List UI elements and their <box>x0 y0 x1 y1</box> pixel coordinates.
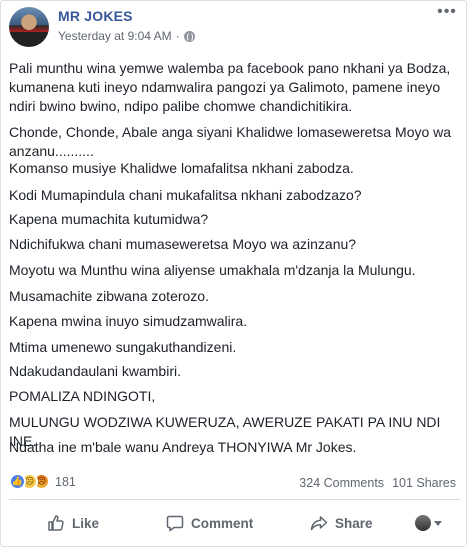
more-options-icon[interactable]: ••• <box>436 4 458 21</box>
chevron-down-icon <box>434 520 442 526</box>
comment-button[interactable]: Comment <box>166 504 253 542</box>
thumbs-up-icon <box>47 514 65 532</box>
reactions-summary[interactable]: 👍 ☹ ☹ 181 <box>9 473 76 490</box>
post-paragraph: Ndatha ine m'bale wanu Andreya THONYIWA … <box>9 439 357 455</box>
post-paragraph: Chonde, Chonde, Abale anga siyani Khalid… <box>9 124 452 159</box>
comment-bubble-icon <box>166 514 184 532</box>
share-label: Share <box>335 515 373 531</box>
viewer-avatar <box>415 515 431 531</box>
author-avatar[interactable] <box>9 7 49 47</box>
like-label: Like <box>72 515 100 531</box>
author-name[interactable]: MR JOKES <box>58 8 133 24</box>
engagement-counts: 324 Comments 101 Shares <box>299 476 456 490</box>
share-arrow-icon <box>310 514 328 532</box>
post-paragraph: Kapena mwina inuyo simudzamwalira. <box>9 313 248 329</box>
post-actions: Like Comment Share <box>1 504 467 542</box>
post-paragraph: Musamachite zibwana zoterozo. <box>9 288 209 304</box>
comment-label: Comment <box>191 515 254 531</box>
globe-icon[interactable] <box>183 30 195 42</box>
post-stats: 👍 ☹ ☹ 181 324 Comments 101 Shares <box>9 471 460 493</box>
post-timestamp[interactable]: Yesterday at 9:04 AM <box>58 29 172 43</box>
post-paragraph: POMALIZA NDINGOTI, <box>9 388 156 404</box>
post-paragraph: Ndakudandaulani kwambiri. <box>9 363 181 379</box>
comment-count[interactable]: 324 Comments <box>299 476 384 490</box>
post-paragraph: Ndichifukwa chani mumaseweretsa Moyo wa … <box>9 236 357 252</box>
like-reaction-icon: 👍 <box>9 473 26 490</box>
actions-divider <box>9 499 460 500</box>
post-paragraph: Pali munthu wina yemwe walemba pa facebo… <box>9 60 451 114</box>
post-paragraph: Mtima umenewo sungakuthandizeni. <box>9 339 237 355</box>
share-button[interactable]: Share <box>310 504 373 542</box>
post-paragraph: Kodi Mumapindula chani mukafalitsa nkhan… <box>9 187 362 203</box>
like-button[interactable]: Like <box>47 504 99 542</box>
post-as-selector[interactable] <box>415 504 442 542</box>
share-count[interactable]: 101 Shares <box>392 476 456 490</box>
post-paragraph: Kapena mumachita kutumidwa? <box>9 211 209 227</box>
post-card: MR JOKES Yesterday at 9:04 AM · ••• Pali… <box>0 0 467 547</box>
reaction-count[interactable]: 181 <box>55 475 76 489</box>
meta-separator: · <box>175 29 180 43</box>
post-paragraph: Moyotu wa Munthu wina aliyense umakhala … <box>9 262 416 278</box>
post-paragraph: Komanso musiye Khalidwe lomafalitsa nkha… <box>9 160 354 176</box>
post-header: MR JOKES Yesterday at 9:04 AM · ••• <box>9 4 460 51</box>
post-meta: Yesterday at 9:04 AM · <box>58 29 195 43</box>
